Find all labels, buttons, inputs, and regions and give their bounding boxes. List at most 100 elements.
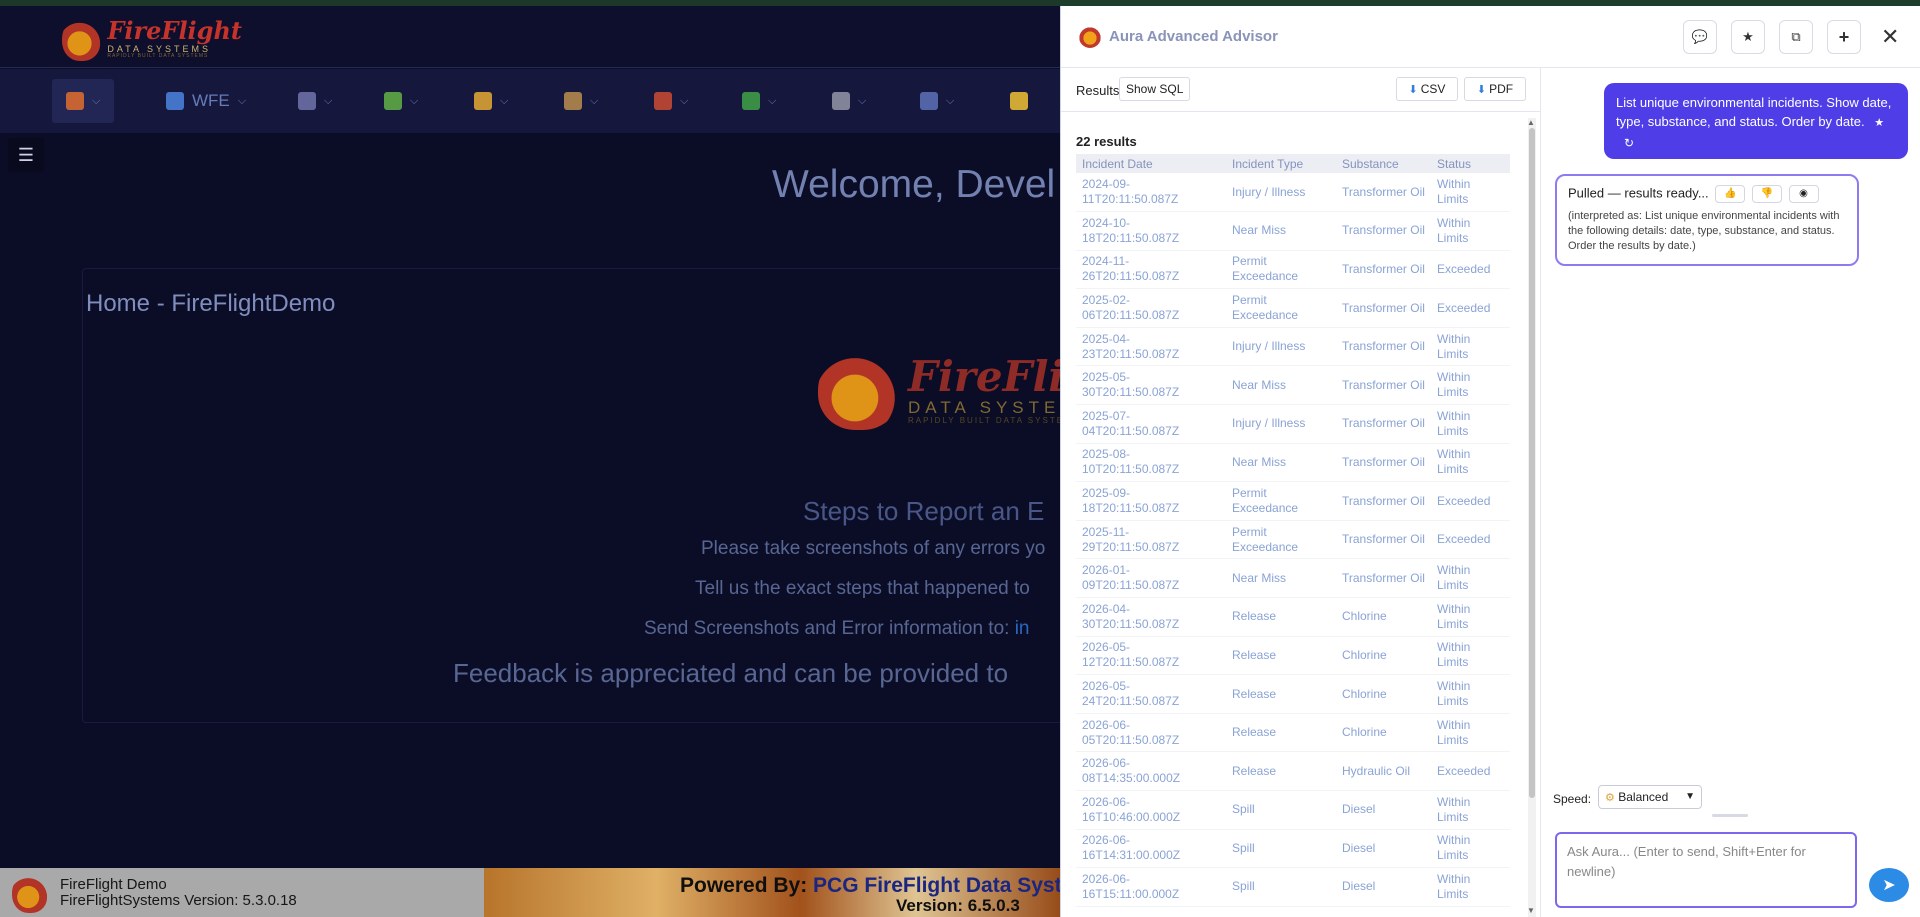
column-header[interactable]: Incident Date	[1076, 154, 1226, 173]
cell-incident-type: Injury / Illness	[1226, 173, 1336, 213]
cell-status: Within Limits	[1431, 443, 1510, 483]
table-row[interactable]: 2025-09- 18T20:11:50.087Z Permit Exceedanc…	[1076, 481, 1510, 521]
table-row[interactable]: 2026-05- 24T20:11:50.087Z Release Chlorine W…	[1076, 674, 1510, 714]
cell-substance: Diesel	[1336, 790, 1431, 830]
cell-incident-date: 2026-06- 05T20:11:50.087Z	[1076, 713, 1226, 753]
copy-button[interactable]: ⧉	[1779, 20, 1813, 54]
thumbs-down-button[interactable]: 👎	[1751, 185, 1782, 203]
cell-substance	[1336, 906, 1431, 914]
results-tab[interactable]: Results	[1076, 83, 1119, 98]
cell-substance: Transformer Oil	[1336, 558, 1431, 599]
table-row[interactable]: 2025-11- 29T20:11:50.087Z Permit Exceedanc…	[1076, 520, 1510, 560]
table-row[interactable]: 2024-10- 18T20:11:50.087Z Near Miss Transfo…	[1076, 211, 1510, 251]
table-row[interactable]: 2026-06- 05T20:11:50.087Z Release Chlorine W…	[1076, 713, 1510, 753]
results-pane: Results Show SQL ⬇ CSV ⬇ PDF 22 results In…	[1061, 68, 1541, 917]
cell-substance: Chlorine	[1336, 597, 1431, 637]
table-row[interactable]: 2026-01- 09T20:11:50.087Z Near Miss Transfo…	[1076, 558, 1510, 599]
favorites-button[interactable]: ★	[1731, 20, 1765, 54]
cell-status: Within Limits	[1431, 597, 1510, 637]
column-header[interactable]: Incident Type	[1226, 154, 1336, 173]
table-row[interactable]: 2024-11- 26T20:11:50.087Z Permit Exceedanc…	[1076, 250, 1510, 290]
cell-incident-date: 2025-09- 18T20:11:50.087Z	[1076, 481, 1226, 521]
close-panel-button[interactable]: ✕	[1881, 24, 1899, 50]
cell-status: Within Limits	[1431, 404, 1510, 444]
star-icon[interactable]: ★	[1874, 117, 1884, 129]
copy-icon: ⧉	[1791, 29, 1801, 44]
cell-substance: Transformer Oil	[1336, 250, 1431, 290]
table-row[interactable]: 2025-07- 04T20:11:50.087Z Injury / Illness…	[1076, 404, 1510, 444]
chat-input[interactable]: Ask Aura... (Enter to send, Shift+Enter …	[1555, 832, 1857, 908]
cell-substance: Chlorine	[1336, 713, 1431, 753]
cell-substance: Diesel	[1336, 829, 1431, 869]
speed-label: Speed:	[1553, 792, 1592, 806]
show-sql-button[interactable]: Show SQL	[1119, 77, 1191, 101]
table-row[interactable]: 2025-04- 23T20:11:50.087Z Injury / Illness…	[1076, 327, 1510, 367]
cell-incident-date: 2026-06- 08T14:35:00.000Z	[1076, 751, 1226, 791]
retry-icon[interactable]: ↻	[1624, 136, 1634, 150]
cell-status: Within Limits	[1431, 829, 1510, 869]
cell-incident-type: Spill	[1226, 829, 1336, 869]
cell-incident-type: Injury / Illness	[1226, 327, 1336, 367]
table-row[interactable]: 2026-06- 16T14:31:00.000Z Spill Diesel Withi…	[1076, 829, 1510, 869]
inspect-button[interactable]: ◉	[1788, 185, 1819, 203]
cell-status: Within Limits	[1431, 173, 1510, 213]
table-row[interactable]: 2025-05- 30T20:11:50.087Z Near Miss Transfo…	[1076, 365, 1510, 406]
new-chat-button[interactable]: +	[1827, 20, 1861, 54]
result-count: 22 results	[1076, 134, 1137, 149]
table-row[interactable]: 2024-09- 11T20:11:50.087Z Injury / Illness…	[1076, 173, 1510, 213]
cell-incident-type: Release	[1226, 674, 1336, 714]
cell-incident-type: Permit Exceedance	[1226, 250, 1336, 290]
send-button[interactable]: ➤	[1869, 868, 1909, 902]
cell-incident-type: Release	[1226, 713, 1336, 753]
background-overlay	[0, 0, 1060, 917]
table-row[interactable]: 2025-02- 06T20:11:50.087Z Permit Exceedanc…	[1076, 288, 1510, 328]
speed-value: Balanced	[1618, 790, 1669, 804]
scroll-down-icon[interactable]: ▼	[1527, 906, 1535, 915]
cell-substance: Diesel	[1336, 867, 1431, 907]
table-row[interactable]: 2026-06- 16T10:46:00.000Z Spill Diesel Withi…	[1076, 790, 1510, 830]
assistant-status: Pulled — results ready...	[1568, 185, 1709, 201]
table-row[interactable]: 2026-06- Within	[1076, 906, 1510, 914]
star-icon: ★	[1742, 29, 1754, 44]
user-message: List unique environmental incidents. Sho…	[1604, 83, 1908, 159]
cell-substance: Transformer Oil	[1336, 288, 1431, 328]
resize-handle[interactable]	[1712, 814, 1748, 817]
cell-incident-date: 2026-06- 16T14:31:00.000Z	[1076, 829, 1226, 869]
cell-status: Exceeded	[1431, 250, 1510, 290]
panel-header: Aura Advanced Advisor 💬 ★ ⧉ + ✕	[1061, 6, 1920, 68]
cell-substance: Transformer Oil	[1336, 520, 1431, 560]
speed-mode-icon: ⚙	[1605, 792, 1615, 804]
assistant-message: Pulled — results ready... 👍 👎 ◉ (interpr…	[1555, 174, 1859, 266]
cell-incident-date: 2025-11- 29T20:11:50.087Z	[1076, 520, 1226, 560]
table-row[interactable]: 2026-06- 08T14:35:00.000Z Release Hydraulic…	[1076, 751, 1510, 791]
cell-status: Within Limits	[1431, 365, 1510, 406]
speed-select[interactable]: ⚙ Balanced ▼	[1598, 785, 1702, 809]
column-header[interactable]: Status	[1431, 154, 1510, 173]
cell-substance: Chlorine	[1336, 636, 1431, 676]
cell-status: Within Limits	[1431, 713, 1510, 753]
table-row[interactable]: 2026-05- 12T20:11:50.087Z Release Chlorine W…	[1076, 636, 1510, 676]
cell-incident-date: 2025-05- 30T20:11:50.087Z	[1076, 365, 1226, 406]
chat-history-button[interactable]: 💬	[1683, 20, 1717, 54]
cell-substance: Hydraulic Oil	[1336, 751, 1431, 791]
thumbs-up-button[interactable]: 👍	[1715, 185, 1746, 203]
cell-incident-date: 2025-02- 06T20:11:50.087Z	[1076, 288, 1226, 328]
table-row[interactable]: 2025-08- 10T20:11:50.087Z Near Miss Transfo…	[1076, 443, 1510, 483]
export-pdf-button[interactable]: ⬇ PDF	[1464, 77, 1526, 101]
table-row[interactable]: 2026-06- 16T15:11:00.000Z Spill Diesel Withi…	[1076, 867, 1510, 907]
cell-incident-date: 2026-06- 16T15:11:00.000Z	[1076, 867, 1226, 907]
table-row[interactable]: 2026-04- 30T20:11:50.087Z Release Chlorine W…	[1076, 597, 1510, 637]
cell-substance: Transformer Oil	[1336, 365, 1431, 406]
cell-incident-type: Near Miss	[1226, 558, 1336, 599]
close-icon: ✕	[1881, 24, 1900, 49]
cell-status: Within Limits	[1431, 211, 1510, 251]
scroll-up-icon[interactable]: ▲	[1527, 118, 1535, 127]
column-header[interactable]: Substance	[1336, 154, 1431, 173]
cell-incident-date: 2025-04- 23T20:11:50.087Z	[1076, 327, 1226, 367]
results-scrollbar-thumb[interactable]	[1529, 128, 1535, 798]
cell-incident-type: Near Miss	[1226, 443, 1336, 483]
export-csv-button[interactable]: ⬇ CSV	[1396, 77, 1458, 101]
cell-status: Exceeded	[1431, 751, 1510, 791]
cell-incident-type: Release	[1226, 597, 1336, 637]
cell-incident-type: Release	[1226, 636, 1336, 676]
